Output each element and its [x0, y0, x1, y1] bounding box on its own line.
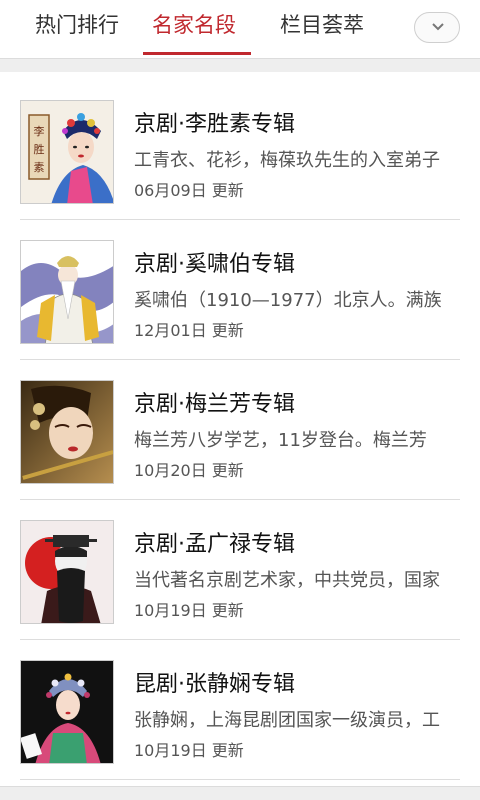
album-title: 京剧·李胜素专辑: [134, 112, 295, 137]
thumbnail-calligraphy: 李: [34, 124, 45, 138]
album-title: 京剧·孟广禄专辑: [134, 532, 295, 557]
list-item[interactable]: 京剧·奚啸伯专辑 奚啸伯（1910—1977）北京人。满族 12月01日 更新: [0, 220, 480, 360]
album-title: 京剧·梅兰芳专辑: [134, 392, 295, 417]
list-item[interactable]: 京剧·梅兰芳专辑 梅兰芳八岁学艺，11岁登台。梅兰芳 10月20日 更新: [0, 360, 480, 500]
album-title: 京剧·奚啸伯专辑: [134, 252, 295, 277]
update-date: 10月20日 更新: [134, 461, 244, 480]
album-description: 工青衣、花衫，梅葆玖先生的入室弟子: [134, 150, 440, 171]
album-description: 梅兰芳八岁学艺，11岁登台。梅兰芳: [134, 430, 427, 451]
album-description: 当代著名京剧艺术家，中共党员，国家: [134, 570, 440, 591]
update-date: 10月19日 更新: [134, 601, 244, 620]
list-item[interactable]: 京剧·孟广禄专辑 当代著名京剧艺术家，中共党员，国家 10月19日 更新: [0, 500, 480, 640]
list-item[interactable]: 昆剧·张静娴专辑 张静娴，上海昆剧团国家一级演员，工 10月19日 更新: [0, 640, 480, 780]
list-item[interactable]: 李 胜 素 京剧·李胜素专辑 工青衣、花衫，梅葆玖先生的入室弟子 06月09日 …: [0, 80, 480, 220]
active-tab-indicator: [143, 52, 251, 55]
album-title: 昆剧·张静娴专辑: [134, 672, 295, 697]
thumbnail-calligraphy: 素: [34, 161, 45, 174]
album-description: 张静娴，上海昆剧团国家一级演员，工: [134, 710, 440, 731]
chevron-down-icon: [432, 23, 444, 31]
category-tab-bar: 热门排行 名家名段 栏目荟萃: [0, 0, 480, 58]
tab-column-collection[interactable]: 栏目荟萃: [280, 0, 364, 58]
list-footer: [0, 786, 480, 800]
album-description: 奚啸伯（1910—1977）北京人。满族: [134, 290, 442, 311]
update-date: 06月09日 更新: [134, 181, 244, 200]
update-date: 10月19日 更新: [134, 741, 244, 760]
update-date: 12月01日 更新: [134, 321, 244, 340]
section-divider: [0, 58, 480, 72]
thumbnail-calligraphy: 胜: [34, 142, 45, 156]
album-thumbnail: [20, 660, 114, 764]
album-thumbnail: [20, 240, 114, 344]
item-separator: [20, 779, 460, 780]
album-thumbnail: 李 胜 素: [20, 100, 114, 204]
album-thumbnail: [20, 380, 114, 484]
tab-famous-artists[interactable]: 名家名段: [152, 0, 236, 58]
album-thumbnail: [20, 520, 114, 624]
tab-hot-ranking[interactable]: 热门排行: [35, 0, 119, 58]
more-tabs-button[interactable]: [414, 12, 460, 43]
